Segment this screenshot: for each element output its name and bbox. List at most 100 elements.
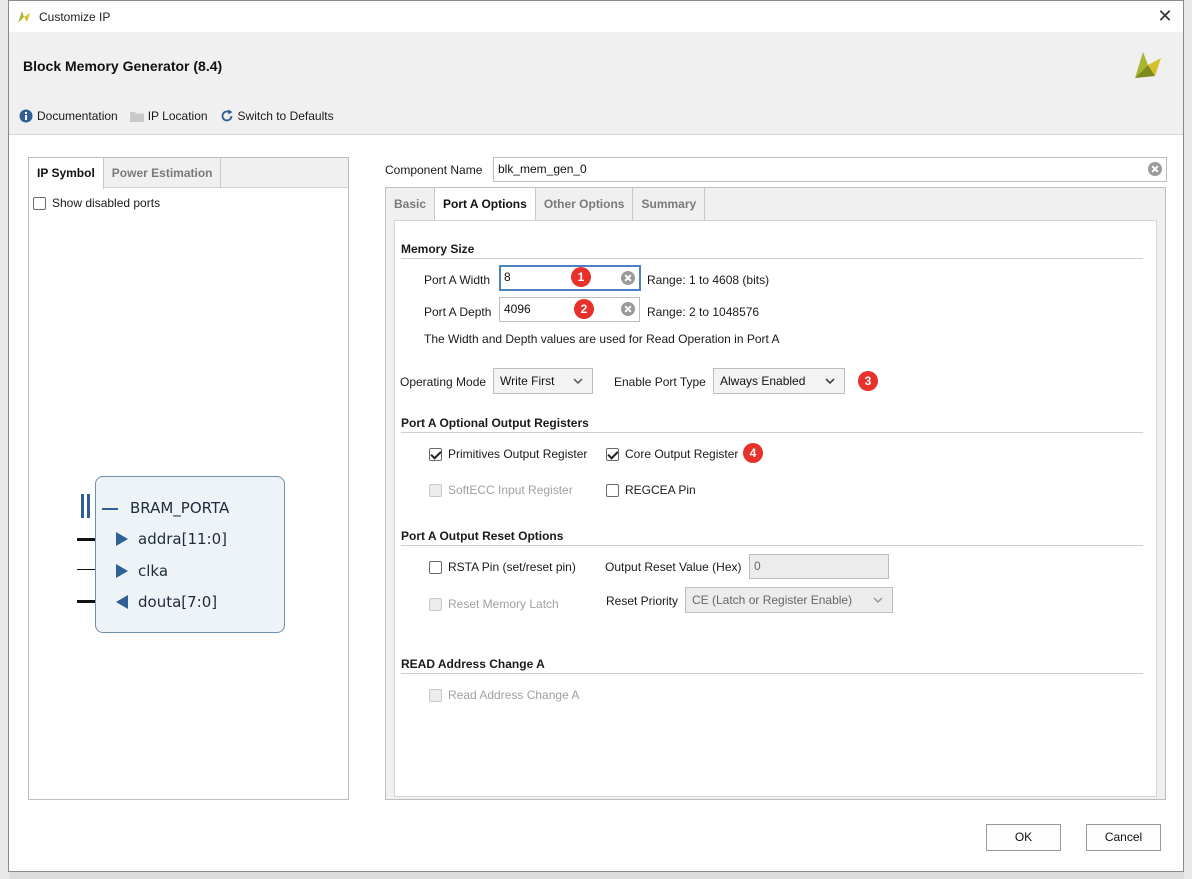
folder-icon [129, 112, 144, 122]
clka-pin-line [77, 569, 95, 570]
reset-memory-latch-checkbox [429, 597, 442, 611]
annotation-badge: 3 [858, 371, 878, 391]
bram-symbol: BRAM_PORTA addra[11:0] clka douta[7:0] [95, 476, 285, 633]
tab-ip-symbol[interactable]: IP Symbol [29, 158, 104, 189]
close-icon[interactable]: ✕ [1155, 6, 1175, 26]
output-reset-value-label: Output Reset Value (Hex) [605, 560, 742, 574]
header-toolbar: Documentation IP Location Switch to Defa… [19, 109, 346, 123]
regcea-pin-row[interactable]: REGCEA Pin [606, 483, 696, 497]
port-a-options-content: Memory Size Port A Width 8 1 Range: 1 to… [394, 220, 1157, 797]
switch-to-defaults-button[interactable]: Switch to Defaults [220, 109, 334, 123]
memory-size-title: Memory Size [401, 242, 475, 256]
port-a-depth-input[interactable]: 4096 [499, 297, 640, 322]
bus-pin-marker [87, 494, 90, 518]
switch-to-defaults-label: Switch to Defaults [237, 109, 334, 123]
port-douta: douta[7:0] [138, 593, 218, 611]
component-name-label: Component Name [385, 163, 483, 177]
rsta-pin-row[interactable]: RSTA Pin (set/reset pin) [429, 560, 576, 574]
output-arrow-icon [116, 595, 128, 609]
port-a-width-label: Port A Width [424, 273, 491, 287]
port-a-depth-range: Range: 2 to 1048576 [647, 305, 760, 319]
ip-title: Block Memory Generator (8.4) [23, 58, 223, 74]
reset-priority-select: CE (Latch or Register Enable) [685, 587, 893, 613]
output-reset-options-title: Port A Output Reset Options [401, 529, 564, 543]
chevron-down-icon [825, 378, 835, 385]
reset-priority-label: Reset Priority [606, 594, 679, 608]
enable-port-type-value: Always Enabled [720, 374, 806, 388]
documentation-button[interactable]: Documentation [19, 109, 118, 123]
show-disabled-ports-label: Show disabled ports [52, 196, 161, 210]
reset-priority-value: CE (Latch or Register Enable) [692, 593, 853, 607]
ip-location-button[interactable]: IP Location [129, 109, 208, 123]
divider [401, 673, 1143, 674]
enable-port-type-select[interactable]: Always Enabled [713, 368, 845, 394]
core-output-register-checkbox[interactable] [606, 447, 619, 461]
douta-pin-line [77, 600, 95, 603]
window-title: Customize IP [39, 9, 111, 24]
port-addra: addra[11:0] [138, 530, 227, 548]
annotation-badge: 1 [571, 267, 591, 287]
ip-location-label: IP Location [147, 109, 208, 123]
read-address-change-title: READ Address Change A [401, 657, 545, 671]
divider [401, 545, 1143, 546]
xilinx-brand-icon [1135, 52, 1161, 78]
tab-other-options[interactable]: Other Options [536, 188, 634, 220]
clear-icon[interactable] [621, 302, 635, 316]
operating-mode-value: Write First [500, 374, 555, 388]
read-address-change-checkbox [429, 688, 442, 702]
rsta-pin-label: RSTA Pin (set/reset pin) [448, 560, 576, 574]
clear-icon[interactable] [1148, 162, 1162, 176]
softecc-input-register-checkbox [429, 483, 442, 497]
ip-header: Block Memory Generator (8.4) Documentati… [9, 32, 1183, 135]
bus-name: BRAM_PORTA [130, 499, 230, 517]
component-name-input[interactable]: blk_mem_gen_0 [493, 157, 1167, 182]
show-disabled-ports-checkbox[interactable] [33, 196, 46, 210]
input-arrow-icon [116, 564, 128, 578]
operating-mode-select[interactable]: Write First [493, 368, 593, 394]
tab-basic[interactable]: Basic [386, 188, 436, 220]
divider [401, 258, 1143, 259]
port-clka: clka [138, 562, 169, 580]
info-icon [19, 109, 33, 123]
component-name-value: blk_mem_gen_0 [498, 162, 587, 176]
background-right-edge [1184, 0, 1192, 879]
port-a-depth-label: Port A Depth [424, 305, 492, 319]
regcea-pin-label: REGCEA Pin [625, 483, 696, 497]
primitives-output-register-label: Primitives Output Register [448, 447, 588, 461]
ip-symbol-panel: IP Symbol Power Estimation Show disabled… [28, 157, 349, 800]
annotation-badge: 2 [574, 299, 594, 319]
port-a-width-value: 8 [504, 270, 511, 284]
output-reset-value-input: 0 [749, 554, 889, 579]
chevron-down-icon [573, 378, 583, 385]
divider [401, 432, 1143, 433]
show-disabled-ports-row[interactable]: Show disabled ports [33, 196, 160, 210]
reset-memory-latch-label: Reset Memory Latch [448, 597, 559, 611]
rsta-pin-checkbox[interactable] [429, 560, 442, 574]
core-output-register-label: Core Output Register [625, 447, 739, 461]
optional-output-registers-title: Port A Optional Output Registers [401, 416, 589, 430]
memory-size-note: The Width and Depth values are used for … [424, 332, 780, 346]
core-output-register-row[interactable]: Core Output Register [606, 447, 738, 461]
primitives-output-register-checkbox[interactable] [429, 447, 442, 461]
cancel-button[interactable]: Cancel [1086, 824, 1161, 851]
port-a-depth-value: 4096 [504, 302, 531, 316]
port-a-width-input[interactable]: 8 [499, 265, 641, 291]
operating-mode-label: Operating Mode [400, 375, 487, 389]
tab-power-estimation[interactable]: Power Estimation [104, 158, 222, 188]
read-address-change-label: Read Address Change A [448, 688, 580, 702]
softecc-input-register-label: SoftECC Input Register [448, 483, 573, 497]
ok-button[interactable]: OK [986, 824, 1061, 851]
output-reset-value: 0 [754, 559, 761, 573]
bus-collapse-icon[interactable] [102, 508, 118, 510]
tab-port-a-options[interactable]: Port A Options [435, 188, 536, 221]
options-tabs: Basic Port A Options Other Options Summa… [386, 188, 706, 221]
regcea-pin-checkbox[interactable] [606, 483, 619, 497]
read-address-change-row: Read Address Change A [429, 688, 579, 702]
options-panel: Basic Port A Options Other Options Summa… [385, 187, 1166, 800]
customize-ip-dialog: Customize IP ✕ Block Memory Generator (8… [8, 0, 1184, 872]
clear-icon[interactable] [621, 271, 635, 285]
primitives-output-register-row[interactable]: Primitives Output Register [429, 447, 587, 461]
tab-summary[interactable]: Summary [633, 188, 706, 220]
documentation-label: Documentation [37, 109, 118, 123]
softecc-input-register-row: SoftECC Input Register [429, 483, 573, 497]
